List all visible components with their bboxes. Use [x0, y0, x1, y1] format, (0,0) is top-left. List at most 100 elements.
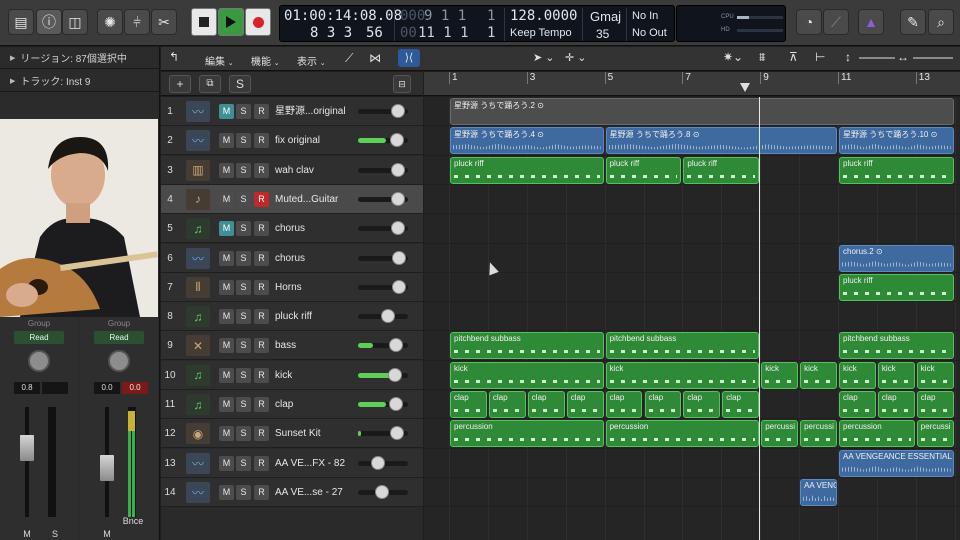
track-volume-knob[interactable] [371, 455, 385, 470]
cpu-meter[interactable]: CPU HD [676, 5, 786, 42]
stop-button[interactable] [191, 8, 217, 36]
group-label[interactable]: Group [80, 319, 158, 328]
volume-fader[interactable] [100, 455, 114, 481]
midi-region[interactable]: pitchbend subbass [605, 332, 760, 360]
back-arrow-icon[interactable]: ↰ [169, 50, 179, 64]
bar-ruler[interactable]: 1 3 5 7 9 11 13 [424, 72, 960, 96]
tuner-icon[interactable]: ◔ [796, 9, 822, 35]
pan-knob[interactable] [28, 350, 50, 372]
track-record-button[interactable]: R [254, 338, 269, 354]
track-solo-button[interactable]: S [236, 367, 251, 383]
volume-fader-track[interactable] [25, 407, 29, 517]
track-record-button[interactable]: R [254, 133, 269, 149]
track-name[interactable]: Sunset Kit [275, 419, 321, 448]
track-solo-button[interactable]: S [236, 279, 251, 295]
midi-region[interactable]: pluck riff [839, 156, 954, 184]
bounce-button[interactable]: Bnce [116, 516, 150, 529]
bass-icon[interactable]: ✕ [186, 335, 210, 357]
quick-help-icon[interactable]: ◫ [62, 9, 88, 35]
track-mute-button[interactable]: M [219, 133, 234, 149]
track-volume-slider[interactable] [358, 338, 408, 353]
library-icon[interactable]: ▤ [8, 9, 34, 35]
metronome-icon[interactable]: ⟋ [823, 9, 849, 35]
waveform-zoom-icon[interactable]: ⩩ [759, 50, 765, 65]
track-header[interactable]: 9 ✕ M S R bass [161, 331, 423, 361]
track-name[interactable]: clap [275, 390, 293, 419]
track-volume-knob[interactable] [388, 367, 402, 382]
notepad-icon[interactable]: ✎ [900, 9, 926, 35]
track-record-button[interactable]: R [254, 397, 269, 412]
track-mute-button[interactable]: M [219, 162, 234, 178]
browser-search-icon[interactable]: ⌕ [928, 9, 954, 35]
functions-menu[interactable]: 機能 ⌄ [251, 53, 280, 68]
track-header[interactable]: 12 ◉ M S R Sunset Kit [161, 419, 423, 449]
keyboard-icon[interactable]: ▥ [186, 159, 210, 181]
midi-region[interactable]: kick [839, 361, 876, 389]
track-volume-slider[interactable] [358, 104, 408, 118]
midi-region[interactable]: kick [800, 361, 837, 389]
midi-region[interactable]: percussion [605, 420, 760, 448]
midi-region[interactable]: percussion [450, 420, 604, 448]
record-button[interactable] [245, 8, 271, 36]
global-solo-button[interactable]: S [229, 75, 251, 93]
midi-region[interactable]: pluck riff [605, 156, 682, 184]
vertical-fit-icon[interactable]: ⊼ [789, 50, 798, 64]
track-header[interactable]: 7 ⦀ M S R Horns [161, 272, 423, 302]
track-name[interactable]: pluck riff [275, 302, 312, 331]
track-name[interactable]: fix original [275, 126, 320, 155]
track-record-button[interactable]: R [254, 104, 269, 119]
vertical-zoom-slider[interactable] [859, 57, 895, 59]
note-icon[interactable]: ♫ [186, 306, 210, 328]
global-tracks-icon[interactable]: ⊟ [393, 75, 411, 93]
arrange-area[interactable]: 星野源 うちで踊ろう.2 ⊙ 星野源 うちで踊ろう.4 ⊙ 星野源 うちで踊ろう.8… [424, 97, 960, 540]
track-volume-knob[interactable] [392, 279, 406, 294]
track-name[interactable]: Muted...Guitar [275, 185, 338, 214]
track-inspector-row[interactable]: ▶ トラック: Inst 9 [0, 70, 160, 92]
track-header[interactable]: 10 ♫ M S R kick [161, 360, 423, 390]
smart-controls-icon[interactable]: ✺ [97, 9, 123, 35]
track-mute-button[interactable]: M [219, 484, 234, 500]
track-mute-button[interactable]: M [219, 426, 234, 442]
track-volume-slider[interactable] [358, 191, 408, 206]
audio-region[interactable]: AA VENG [800, 478, 837, 506]
track-volume-slider[interactable] [358, 250, 408, 265]
track-solo-button[interactable]: S [236, 250, 251, 266]
track-record-button[interactable]: R [254, 484, 269, 500]
track-volume-knob[interactable] [390, 133, 404, 148]
track-mute-button[interactable]: M [219, 309, 234, 325]
midi-region[interactable]: clap [605, 391, 643, 418]
view-menu[interactable]: 表示 ⌄ [297, 53, 326, 68]
track-name[interactable]: 星野源...original [275, 97, 346, 126]
play-button[interactable] [218, 8, 244, 36]
track-name[interactable]: kick [275, 361, 292, 390]
track-volume-slider[interactable] [358, 397, 408, 411]
track-name[interactable]: wah clav [275, 156, 314, 185]
midi-region[interactable]: kick [877, 361, 915, 389]
track-solo-button[interactable]: S [236, 221, 251, 237]
track-volume-knob[interactable] [389, 338, 403, 353]
horizontal-fit-icon[interactable]: ⊢ [815, 50, 825, 64]
mute-button[interactable]: M [100, 529, 114, 540]
track-solo-button[interactable]: S [236, 133, 251, 149]
track-mute-button[interactable]: M [219, 367, 234, 383]
track-volume-slider[interactable] [358, 484, 408, 499]
track-record-button[interactable]: R [254, 250, 269, 266]
midi-region[interactable]: clap [527, 391, 565, 418]
automation-read-button[interactable]: Read [94, 331, 144, 344]
track-volume-knob[interactable] [391, 104, 405, 118]
midi-region[interactable]: clap [566, 391, 604, 418]
settings-gear-icon[interactable]: ✷⌄ [723, 50, 743, 64]
track-name[interactable]: bass [275, 331, 296, 360]
track-mute-button[interactable]: M [219, 397, 234, 412]
group-label[interactable]: Group [0, 319, 78, 328]
add-track-button[interactable]: + [169, 75, 191, 93]
waveform-icon[interactable]: 〰 [186, 247, 210, 269]
midi-region[interactable]: clap [916, 391, 954, 418]
lcd-display[interactable]: 01:00:14:08.08 8 3 3 56 000 9 1 1 1 00 1… [279, 5, 675, 42]
track-record-button[interactable]: R [254, 455, 269, 471]
track-solo-button[interactable]: S [236, 309, 251, 325]
track-header[interactable]: 14 〰 M S R AA VE...se - 27 [161, 477, 423, 507]
region-inspector-row[interactable]: ▶ リージョン: 87個選択中 [0, 47, 160, 69]
flex-icon[interactable]: ⋈ [369, 51, 381, 65]
track-record-button[interactable]: R [254, 221, 269, 237]
